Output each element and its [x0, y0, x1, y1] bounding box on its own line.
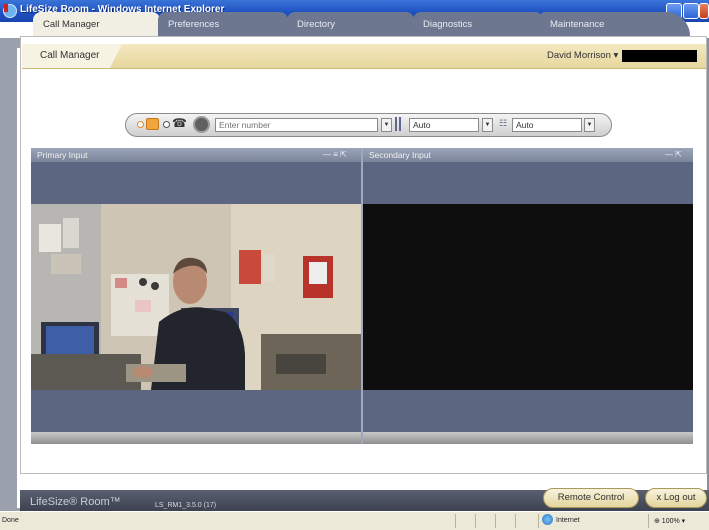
tab-call-manager[interactable]: Call Manager	[33, 12, 160, 36]
protocol-select[interactable]: Auto	[512, 118, 582, 132]
zone-label: Internet	[556, 517, 580, 524]
subtab-label: Call Manager	[40, 50, 100, 61]
directory-icon[interactable]	[193, 116, 210, 133]
close-window-button[interactable]	[699, 3, 709, 19]
secondary-video-feed	[363, 204, 693, 390]
logout-button[interactable]: x Log out	[645, 488, 707, 508]
primary-pane-controls[interactable]: — ≡ ⇱	[323, 150, 347, 159]
version-label: LS_RM1_3.5.0 (17)	[155, 502, 217, 509]
secondary-input-header: Secondary Input	[363, 148, 693, 162]
tab-preferences[interactable]: Preferences	[158, 12, 288, 36]
protocol-dropdown-arrow-icon[interactable]: ▼	[584, 118, 595, 132]
status-divider	[455, 514, 456, 528]
network-icon: ☷	[498, 118, 508, 128]
status-divider	[495, 514, 496, 528]
maximize-button[interactable]	[683, 3, 699, 19]
bandwidth-dropdown-arrow-icon[interactable]: ▼	[482, 118, 493, 132]
tab-maintenance[interactable]: Maintenance	[540, 12, 690, 36]
status-text: Done	[2, 517, 19, 524]
tab-directory[interactable]: Directory	[287, 12, 414, 36]
primary-pane-footer	[31, 432, 361, 444]
video-frame-image	[31, 204, 361, 390]
user-menu[interactable]: David Morrison ▾	[547, 50, 618, 61]
lifesize-room-logo: LifeSize® Room™	[30, 496, 121, 508]
primary-video-feed	[31, 204, 361, 390]
page-icon	[4, 4, 8, 12]
status-divider	[515, 514, 516, 528]
number-input[interactable]	[215, 118, 378, 132]
bandwidth-icon	[395, 117, 407, 131]
remote-control-button[interactable]: Remote Control	[543, 488, 639, 508]
browser-status-bar	[0, 511, 709, 530]
video-call-radio[interactable]	[137, 121, 144, 128]
status-divider	[538, 514, 539, 528]
status-divider	[475, 514, 476, 528]
secondary-pane-footer	[363, 432, 693, 444]
video-call-icon[interactable]	[146, 118, 159, 130]
secondary-pane-controls[interactable]: — ⇱	[665, 150, 682, 159]
number-dropdown-arrow-icon[interactable]: ▼	[381, 118, 392, 132]
tab-diagnostics[interactable]: Diagnostics	[413, 12, 543, 36]
voice-call-radio[interactable]	[163, 121, 170, 128]
zoom-control[interactable]: ⊕ 100% ▾	[654, 517, 685, 525]
phone-icon[interactable]: ☎	[172, 116, 187, 130]
redacted-block	[622, 50, 697, 62]
status-divider	[648, 514, 649, 528]
internet-zone-icon	[542, 514, 553, 525]
primary-input-header: Primary Input	[31, 148, 361, 162]
bandwidth-select[interactable]: Auto	[409, 118, 479, 132]
